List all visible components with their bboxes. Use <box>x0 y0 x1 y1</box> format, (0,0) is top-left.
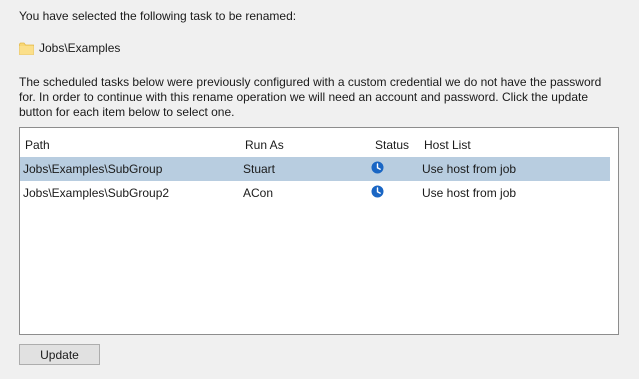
update-button[interactable]: Update <box>19 344 100 365</box>
selected-task: Jobs\Examples <box>19 40 120 56</box>
column-header-run-as[interactable]: Run As <box>245 138 284 152</box>
table-header: Path Run As Status Host List <box>20 128 618 154</box>
row-path: Jobs\Examples\SubGroup2 <box>23 186 170 200</box>
intro-text: You have selected the following task to … <box>19 9 297 23</box>
row-run-as: ACon <box>243 186 274 200</box>
table-row[interactable]: Jobs\Examples\SubGroup Stuart Use host f… <box>20 157 610 181</box>
row-host-list: Use host from job <box>422 186 517 200</box>
row-host-list: Use host from job <box>422 162 517 176</box>
clock-icon <box>371 185 384 198</box>
explanation-text: The scheduled tasks below were previousl… <box>19 75 602 119</box>
row-path: Jobs\Examples\SubGroup <box>23 162 163 176</box>
column-header-host-list[interactable]: Host List <box>424 138 471 152</box>
selected-task-path: Jobs\Examples <box>39 41 121 55</box>
row-run-as: Stuart <box>243 162 276 176</box>
column-header-path[interactable]: Path <box>25 138 50 152</box>
folder-icon <box>19 42 34 55</box>
column-header-status[interactable]: Status <box>375 138 409 152</box>
table-row[interactable]: Jobs\Examples\SubGroup2 ACon Use host fr… <box>20 181 610 205</box>
clock-icon <box>371 161 384 174</box>
credentials-table[interactable]: Path Run As Status Host List Jobs\Exampl… <box>19 127 619 335</box>
